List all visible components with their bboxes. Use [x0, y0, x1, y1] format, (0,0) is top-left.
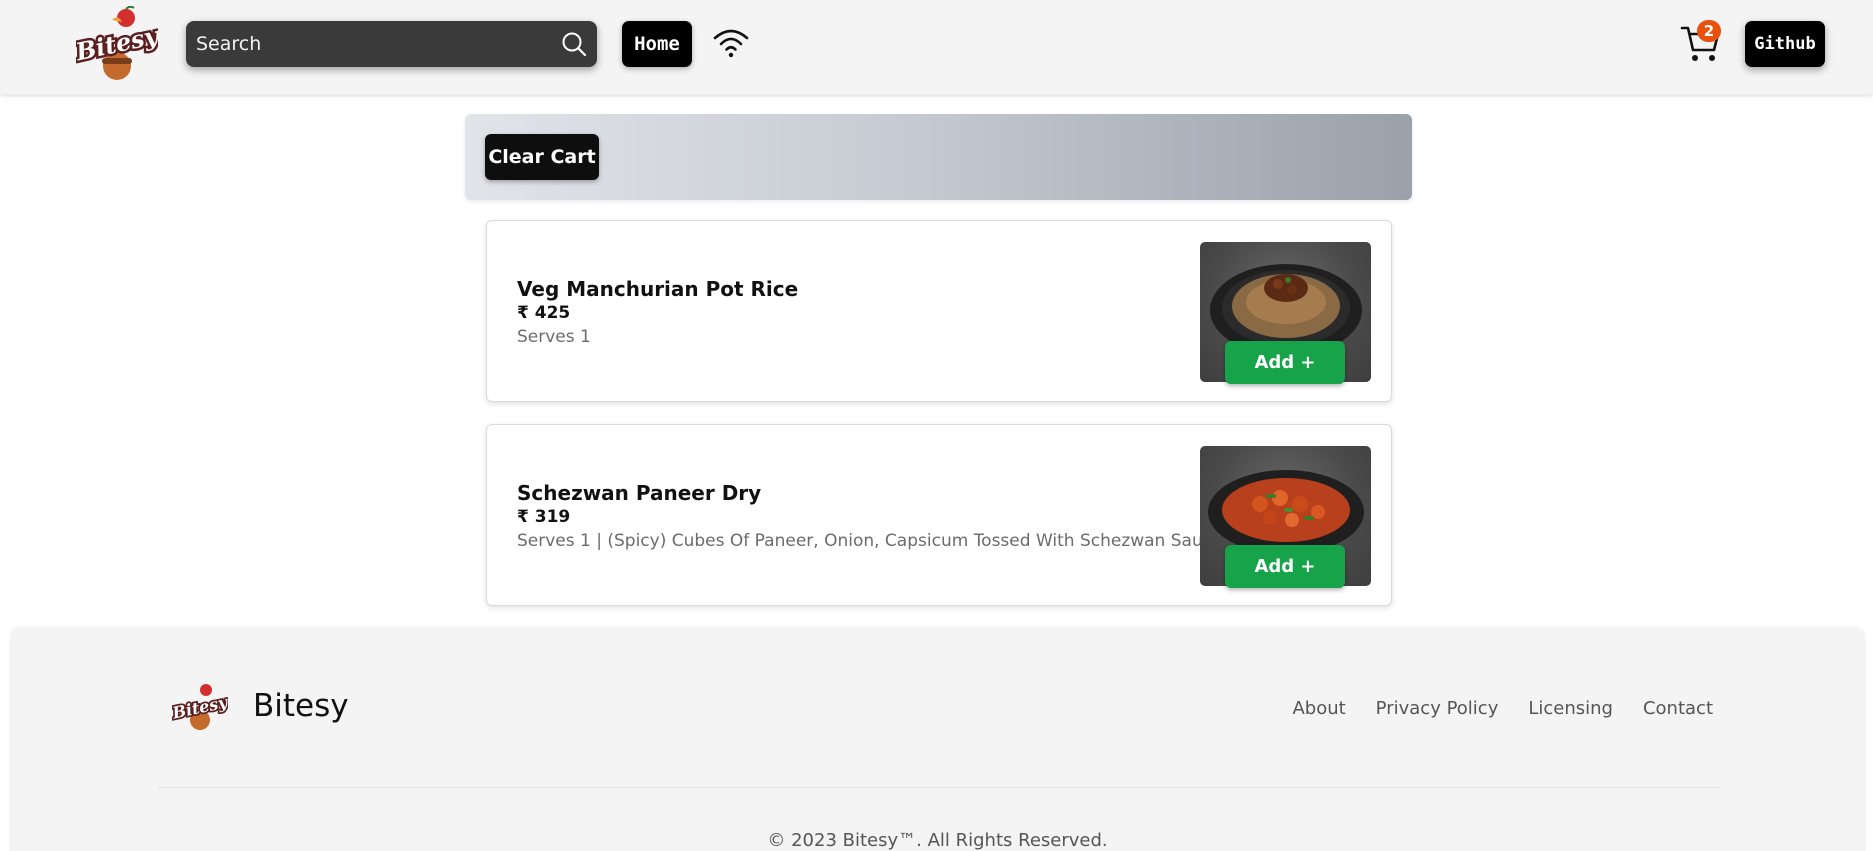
footer-link-licensing[interactable]: Licensing [1528, 698, 1613, 719]
footer-brand: Bitesy [253, 688, 349, 724]
footer: Bitesy Bitesy About Privacy Policy Licen… [10, 628, 1865, 851]
clear-cart-button[interactable]: Clear Cart [485, 134, 599, 180]
item-description: Serves 1 [517, 327, 591, 347]
footer-link-privacy-policy[interactable]: Privacy Policy [1376, 698, 1499, 719]
top-navbar: Bitesy Home 2 Github [0, 0, 1873, 94]
add-item-button[interactable]: Add + [1225, 545, 1345, 588]
cart-item-card: Veg Manchurian Pot Rice ₹ 425 Serves 1 A… [486, 220, 1392, 402]
footer-divider [158, 787, 1719, 788]
footer-logo[interactable]: Bitesy [168, 682, 232, 732]
item-description: Serves 1 | (Spicy) Cubes Of Paneer, Onio… [517, 531, 1228, 551]
wifi-icon [713, 29, 749, 58]
add-item-button[interactable]: Add + [1225, 341, 1345, 384]
footer-link-about[interactable]: About [1292, 698, 1345, 719]
footer-link-contact[interactable]: Contact [1643, 698, 1713, 719]
item-price: ₹ 319 [517, 507, 571, 527]
item-name: Veg Manchurian Pot Rice [517, 277, 799, 301]
github-button[interactable]: Github [1745, 21, 1825, 67]
copyright-text: © 2023 Bitesy™. All Rights Reserved. [767, 830, 1108, 851]
cart-actions-bar: Clear Cart [465, 114, 1412, 200]
cart-count-badge: 2 [1697, 20, 1721, 42]
item-price: ₹ 425 [517, 303, 571, 323]
bitesy-logo[interactable]: Bitesy [70, 5, 165, 82]
search-input[interactable] [186, 21, 546, 67]
search-bar[interactable] [186, 21, 597, 67]
home-button[interactable]: Home [622, 21, 692, 67]
search-icon[interactable] [561, 31, 587, 57]
item-name: Schezwan Paneer Dry [517, 481, 762, 505]
cart-item-card: Schezwan Paneer Dry ₹ 319 Serves 1 | (Sp… [486, 424, 1392, 606]
footer-links: About Privacy Policy Licensing Contact [1292, 698, 1713, 719]
